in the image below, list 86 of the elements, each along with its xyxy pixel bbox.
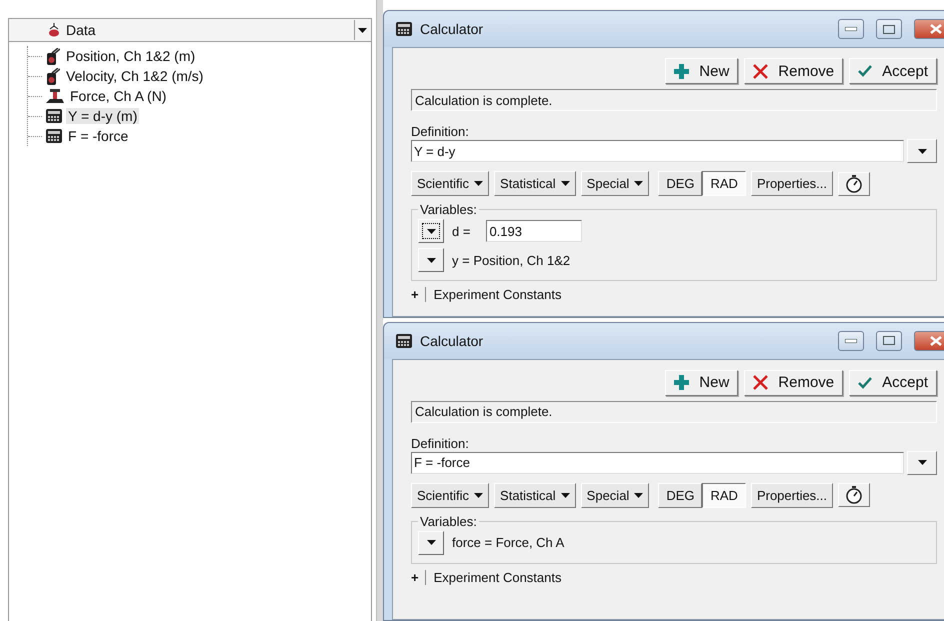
maximize-icon bbox=[883, 336, 895, 346]
calculator-icon bbox=[396, 22, 412, 36]
variable-label: force = Force, Ch A bbox=[452, 535, 564, 550]
menu-button[interactable]: Special bbox=[580, 171, 650, 196]
timer-button[interactable] bbox=[838, 172, 870, 196]
variable-label: d = bbox=[452, 224, 470, 238]
maximize-icon bbox=[883, 24, 895, 34]
definition-label: Definition: bbox=[411, 124, 470, 139]
calculator-icon bbox=[46, 109, 62, 123]
tree-item[interactable]: Position, Ch 1&2 (m) bbox=[64, 48, 198, 64]
close-icon bbox=[930, 24, 942, 34]
caret-icon bbox=[426, 228, 436, 234]
force-sensor-icon bbox=[46, 88, 64, 104]
maximize-button[interactable] bbox=[876, 330, 902, 351]
menu-button[interactable]: Special bbox=[580, 482, 650, 508]
expand-toggle[interactable]: + bbox=[411, 570, 426, 585]
checkmark-icon bbox=[858, 376, 872, 389]
caret-icon bbox=[918, 460, 926, 466]
angle-mode-button[interactable]: DEG bbox=[658, 482, 702, 508]
checkmark-icon bbox=[858, 65, 872, 77]
dropdown-button[interactable] bbox=[354, 20, 370, 40]
caret-icon bbox=[474, 181, 484, 186]
sensor-icon bbox=[46, 48, 60, 64]
definition-field[interactable]: Y = d-y bbox=[411, 140, 904, 162]
close-icon bbox=[753, 375, 768, 390]
minimize-button[interactable] bbox=[838, 330, 864, 351]
angle-mode-button[interactable]: RAD bbox=[702, 171, 746, 196]
caret-icon bbox=[918, 148, 926, 154]
calculator-icon bbox=[46, 129, 62, 143]
angle-mode-button[interactable]: RAD bbox=[702, 482, 746, 508]
tree-item[interactable]: F = -force bbox=[66, 128, 130, 144]
stopwatch-icon bbox=[845, 486, 864, 504]
variable-label: y = Position, Ch 1&2 bbox=[452, 252, 570, 268]
new-button[interactable]: New bbox=[665, 58, 738, 84]
timer-button[interactable] bbox=[838, 483, 870, 508]
stopwatch-icon bbox=[845, 174, 864, 192]
window-title: Calculator bbox=[420, 332, 484, 349]
properties-button[interactable]: Properties... bbox=[750, 482, 834, 508]
plus-icon bbox=[674, 375, 690, 390]
minimize-icon bbox=[845, 338, 857, 343]
caret-icon bbox=[634, 181, 644, 186]
window-title: Calculator bbox=[420, 21, 484, 37]
menu-button[interactable]: Statistical bbox=[494, 482, 576, 508]
tree-item[interactable]: Force, Ch A (N) bbox=[68, 88, 168, 104]
definition-label: Definition: bbox=[411, 436, 470, 451]
caret-icon bbox=[634, 492, 644, 498]
close-icon bbox=[930, 336, 942, 346]
status-message: Calculation is complete. bbox=[411, 400, 937, 423]
sensor-icon bbox=[46, 68, 60, 84]
group-label: Variables: bbox=[419, 514, 478, 529]
variable-menu-button[interactable] bbox=[418, 219, 444, 243]
remove-button[interactable]: Remove bbox=[744, 58, 844, 84]
panel-title: Data bbox=[66, 22, 96, 38]
menu-button[interactable]: Scientific bbox=[411, 482, 490, 508]
data-set-icon bbox=[47, 23, 61, 37]
accept-button[interactable]: Accept bbox=[849, 370, 937, 396]
value-field[interactable]: 0.193 bbox=[486, 220, 582, 242]
tree-item[interactable]: Y = d-y (m) bbox=[66, 108, 140, 124]
definition-field[interactable]: F = -force bbox=[411, 452, 904, 474]
group-label: Variables: bbox=[419, 202, 478, 217]
status-message: Calculation is complete. bbox=[411, 89, 937, 111]
caret-icon bbox=[560, 492, 570, 498]
maximize-button[interactable] bbox=[876, 19, 902, 39]
section-label: Experiment Constants bbox=[434, 570, 562, 585]
menu-button[interactable]: Scientific bbox=[411, 171, 490, 196]
caret-icon bbox=[426, 258, 436, 262]
minimize-button[interactable] bbox=[838, 19, 864, 39]
minimize-icon bbox=[845, 27, 857, 31]
new-button[interactable]: New bbox=[665, 370, 738, 396]
caret-icon bbox=[426, 540, 436, 546]
caret-icon bbox=[560, 181, 570, 186]
plus-icon bbox=[674, 64, 690, 78]
properties-button[interactable]: Properties... bbox=[750, 171, 834, 196]
expand-toggle[interactable]: + bbox=[411, 287, 426, 302]
menu-button[interactable]: Statistical bbox=[494, 171, 576, 196]
angle-mode-button[interactable]: DEG bbox=[658, 171, 702, 196]
section-label: Experiment Constants bbox=[434, 287, 562, 302]
remove-button[interactable]: Remove bbox=[744, 370, 844, 396]
close-icon bbox=[753, 64, 768, 78]
caret-icon bbox=[358, 28, 367, 32]
caret-icon bbox=[474, 492, 484, 498]
variable-menu-button[interactable] bbox=[418, 248, 444, 272]
calculator-icon bbox=[396, 334, 412, 348]
accept-button[interactable]: Accept bbox=[849, 58, 937, 84]
variable-menu-button[interactable] bbox=[418, 530, 444, 555]
tree-item[interactable]: Velocity, Ch 1&2 (m/s) bbox=[64, 68, 206, 84]
